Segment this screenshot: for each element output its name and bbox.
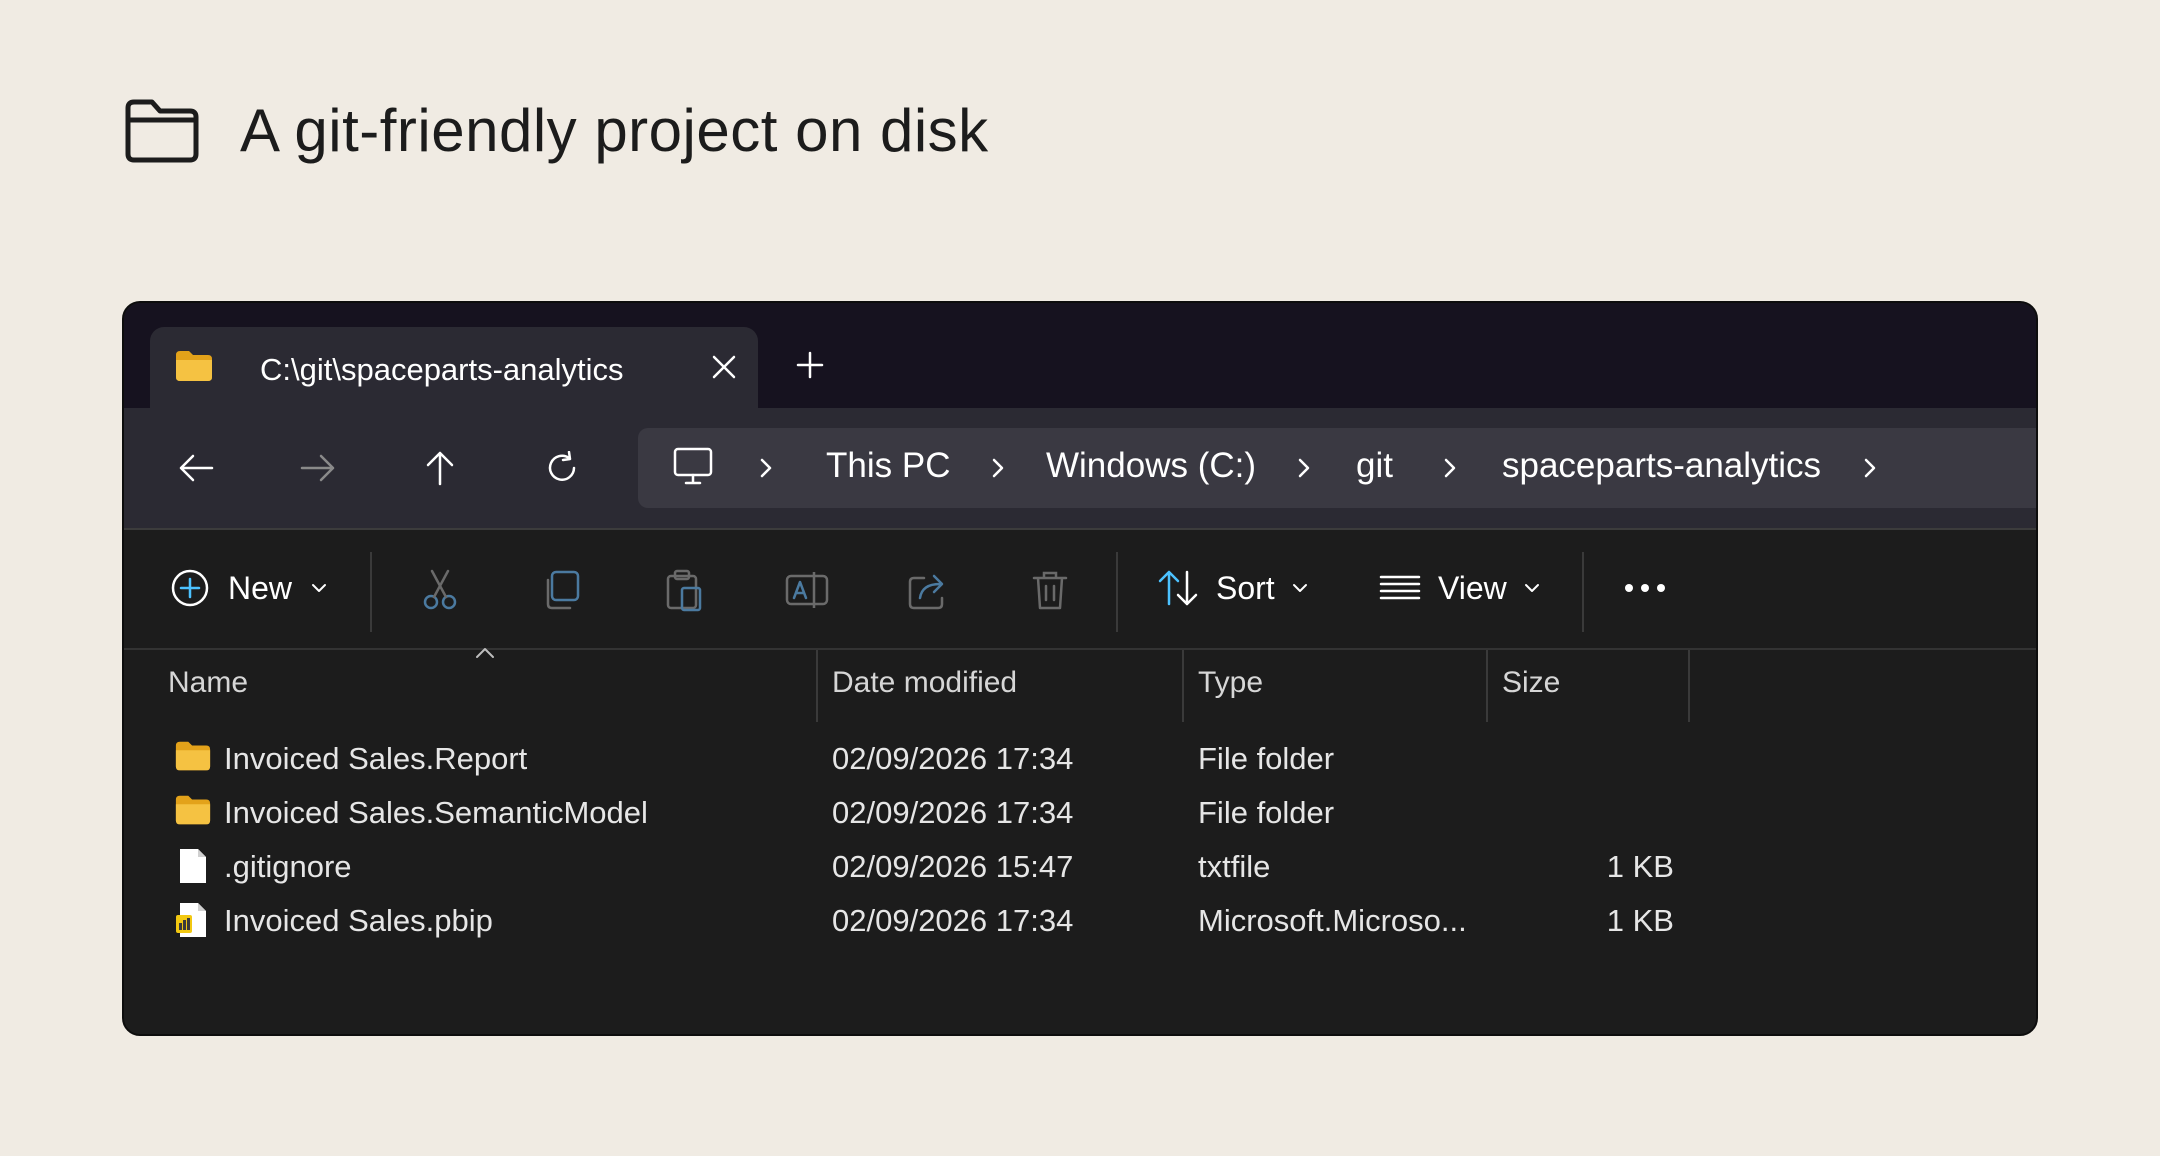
file-date: 02/09/2026 17:34	[832, 795, 1074, 830]
view-button[interactable]: View	[1378, 568, 1541, 608]
file-name: Invoiced Sales.Report	[224, 741, 528, 776]
column-resize-handle[interactable]	[1486, 650, 1488, 722]
chevron-right-icon[interactable]	[1438, 454, 1462, 482]
file-name: Invoiced Sales.pbip	[224, 903, 493, 938]
file-size: 1 KB	[1606, 849, 1674, 884]
divider	[370, 552, 372, 632]
cut-icon[interactable]	[418, 568, 462, 612]
file-type: File folder	[1198, 795, 1335, 830]
sort-button-label: Sort	[1216, 569, 1275, 606]
plus-circle-icon	[171, 569, 209, 607]
back-arrow-icon[interactable]	[172, 444, 220, 492]
file-type: File folder	[1198, 741, 1335, 776]
folder-icon	[175, 795, 211, 825]
breadcrumb-windows-c[interactable]: Windows (C:)	[1046, 446, 1256, 486]
column-resize-handle[interactable]	[1182, 650, 1184, 722]
heading-title: A git-friendly project on disk	[240, 97, 989, 164]
folder-icon	[175, 741, 211, 771]
divider	[1582, 552, 1584, 632]
breadcrumb-git[interactable]: git	[1356, 446, 1393, 486]
delete-trash-icon[interactable]	[1028, 568, 1072, 612]
rename-icon[interactable]	[784, 568, 830, 612]
chevron-down-icon	[312, 584, 327, 592]
close-icon[interactable]	[710, 353, 738, 381]
pbip-file-icon	[176, 903, 206, 937]
copy-icon[interactable]	[540, 568, 584, 612]
file-name: .gitignore	[224, 849, 352, 884]
divider	[1116, 552, 1118, 632]
file-size: 1 KB	[1606, 903, 1674, 938]
text-file-icon	[180, 849, 206, 883]
table-row[interactable]: Invoiced Sales.pbip 02/09/2026 17:34 Mic…	[124, 895, 2036, 949]
file-explorer-window: C:\git\spaceparts-analytics This PC Wind…	[122, 301, 2038, 1036]
share-icon[interactable]	[906, 568, 950, 612]
file-date: 02/09/2026 17:34	[832, 903, 1074, 938]
computer-icon	[673, 447, 713, 485]
file-type: Microsoft.Microso...	[1198, 903, 1467, 938]
new-button[interactable]: New	[170, 568, 328, 608]
chevron-right-icon[interactable]	[986, 454, 1010, 482]
tab-strip: C:\git\spaceparts-analytics	[124, 303, 2036, 408]
column-header-name[interactable]: Name	[168, 666, 248, 700]
folder-icon	[176, 351, 212, 381]
view-button-label: View	[1438, 569, 1507, 606]
tab-spaceparts-analytics[interactable]: C:\git\spaceparts-analytics	[150, 327, 758, 408]
breadcrumb-spaceparts-analytics[interactable]: spaceparts-analytics	[1502, 446, 1821, 486]
chevron-right-icon[interactable]	[1292, 454, 1316, 482]
file-name: Invoiced Sales.SemanticModel	[224, 795, 648, 830]
sort-arrows-icon	[1158, 570, 1198, 606]
file-date: 02/09/2026 17:34	[832, 741, 1074, 776]
chevron-right-icon[interactable]	[1858, 454, 1882, 482]
new-button-label: New	[228, 569, 293, 606]
column-header-type[interactable]: Type	[1198, 666, 1263, 700]
column-header-size[interactable]: Size	[1502, 666, 1560, 700]
address-bar[interactable]: This PC Windows (C:) git spaceparts-anal…	[638, 428, 2036, 508]
new-tab-plus-icon[interactable]	[792, 347, 828, 383]
refresh-icon[interactable]	[538, 444, 586, 492]
breadcrumb-this-pc[interactable]: This PC	[826, 446, 950, 486]
chevron-down-icon	[1292, 584, 1307, 592]
column-resize-handle[interactable]	[1688, 650, 1690, 722]
chevron-down-icon	[1524, 584, 1539, 592]
more-options-icon[interactable]	[1622, 578, 1668, 598]
tab-title: C:\git\spaceparts-analytics	[260, 352, 624, 387]
chevron-right-icon[interactable]	[754, 454, 778, 482]
sort-ascending-caret-icon	[476, 648, 494, 658]
column-header-date-modified[interactable]: Date modified	[832, 666, 1017, 700]
column-headers: Name Date modified Type Size	[124, 648, 2036, 722]
file-date: 02/09/2026 15:47	[832, 849, 1074, 884]
command-bar: New Sort View	[124, 530, 2036, 648]
navigation-bar: This PC Windows (C:) git spaceparts-anal…	[124, 408, 2036, 528]
table-row[interactable]: Invoiced Sales.SemanticModel 02/09/2026 …	[124, 787, 2036, 841]
file-type: txtfile	[1198, 849, 1271, 884]
table-row[interactable]: .gitignore 02/09/2026 15:47 txtfile 1 KB	[124, 841, 2036, 895]
column-resize-handle[interactable]	[816, 650, 818, 722]
forward-arrow-icon[interactable]	[294, 444, 342, 492]
folder-outline-icon	[125, 99, 199, 162]
slide-heading: A git-friendly project on disk	[124, 96, 989, 165]
up-arrow-icon[interactable]	[416, 444, 464, 492]
table-row[interactable]: Invoiced Sales.Report 02/09/2026 17:34 F…	[124, 733, 2036, 787]
sort-button[interactable]: Sort	[1156, 568, 1309, 608]
list-view-icon	[1379, 575, 1421, 600]
paste-icon[interactable]	[662, 568, 706, 612]
